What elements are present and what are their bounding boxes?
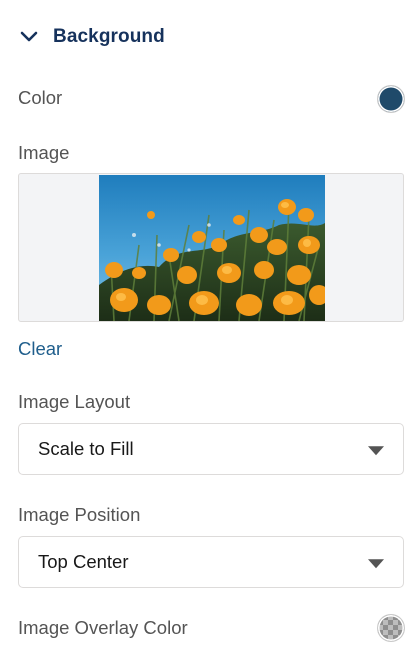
image-position-label: Image Position — [18, 504, 141, 525]
section-title: Background — [53, 26, 165, 47]
color-swatch-button[interactable] — [377, 85, 405, 113]
image-position-value: Top Center — [38, 551, 129, 572]
image-layout-label: Image Layout — [18, 391, 131, 412]
image-picker[interactable] — [18, 173, 404, 322]
image-position-select[interactable]: Top Center — [18, 536, 404, 588]
chevron-down-icon[interactable] — [18, 26, 40, 48]
clear-image-link[interactable]: Clear — [18, 338, 62, 360]
image-label: Image — [18, 142, 70, 163]
overlay-color-swatch-button[interactable] — [377, 614, 405, 642]
background-section-header[interactable]: Background — [18, 22, 165, 52]
caret-down-icon — [368, 446, 384, 456]
caret-down-icon — [368, 559, 384, 569]
background-settings-panel: Background Color Image Clear Image Layou… — [0, 0, 419, 661]
color-label: Color — [18, 87, 63, 108]
image-overlay-color-label: Image Overlay Color — [18, 617, 188, 638]
background-image-preview — [99, 175, 325, 321]
image-layout-select[interactable]: Scale to Fill — [18, 423, 404, 475]
image-layout-value: Scale to Fill — [38, 438, 134, 459]
